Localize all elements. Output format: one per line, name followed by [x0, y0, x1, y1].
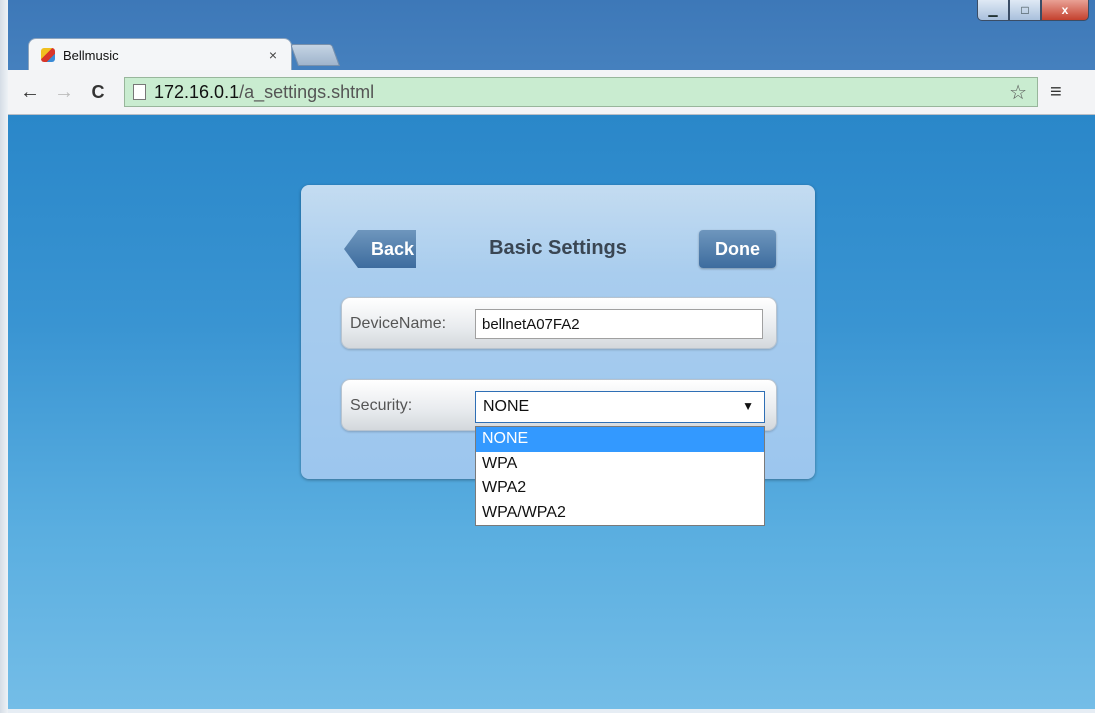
forward-arrow-icon[interactable]: → — [52, 81, 76, 104]
security-row: Security: NONE ▼ — [341, 379, 777, 431]
bookmark-star-icon[interactable]: ☆ — [1009, 80, 1027, 105]
device-name-input[interactable] — [475, 309, 763, 339]
security-option-wpa[interactable]: WPA — [476, 452, 764, 477]
reload-icon[interactable]: C — [86, 82, 110, 103]
window-caption-buttons: ▁ □ x — [977, 0, 1089, 21]
window-bottom-border — [8, 709, 1095, 713]
security-option-none[interactable]: NONE — [476, 427, 764, 452]
security-label: Security: — [350, 397, 413, 414]
new-tab-button[interactable] — [289, 44, 341, 66]
browser-tab[interactable]: Bellmusic × — [28, 38, 292, 71]
security-option-wpa-wpa2[interactable]: WPA/WPA2 — [476, 501, 764, 526]
done-button[interactable]: Done — [699, 230, 776, 268]
dropdown-arrow-icon: ▼ — [742, 399, 754, 413]
minimize-button[interactable]: ▁ — [977, 0, 1009, 21]
back-button[interactable]: Back — [344, 230, 416, 268]
close-window-button[interactable]: x — [1041, 0, 1089, 21]
maximize-button[interactable]: □ — [1009, 0, 1041, 21]
security-selected-value: NONE — [483, 398, 530, 415]
back-arrow-icon[interactable]: ← — [18, 81, 42, 104]
device-name-label: DeviceName: — [350, 315, 447, 332]
device-name-row: DeviceName: — [341, 297, 777, 349]
menu-icon[interactable]: ≡ — [1050, 81, 1062, 104]
favicon-icon — [41, 48, 55, 62]
address-bar[interactable]: 172.16.0.1 /a_settings.shtml ☆ — [124, 77, 1038, 107]
back-button-label: Back — [370, 238, 414, 259]
security-dropdown-list: NONE WPA WPA2 WPA/WPA2 — [475, 426, 765, 526]
security-select[interactable]: NONE ▼ — [475, 391, 765, 423]
security-option-wpa2[interactable]: WPA2 — [476, 476, 764, 501]
desktop-edge — [0, 0, 8, 713]
page-icon — [133, 84, 146, 100]
tab-title: Bellmusic — [63, 47, 119, 63]
url-path: /a_settings.shtml — [239, 81, 375, 102]
url-host: 172.16.0.1 — [154, 81, 240, 102]
browser-toolbar: ← → C 172.16.0.1 /a_settings.shtml ☆ ≡ — [8, 70, 1095, 115]
tab-close-icon[interactable]: × — [269, 47, 277, 63]
